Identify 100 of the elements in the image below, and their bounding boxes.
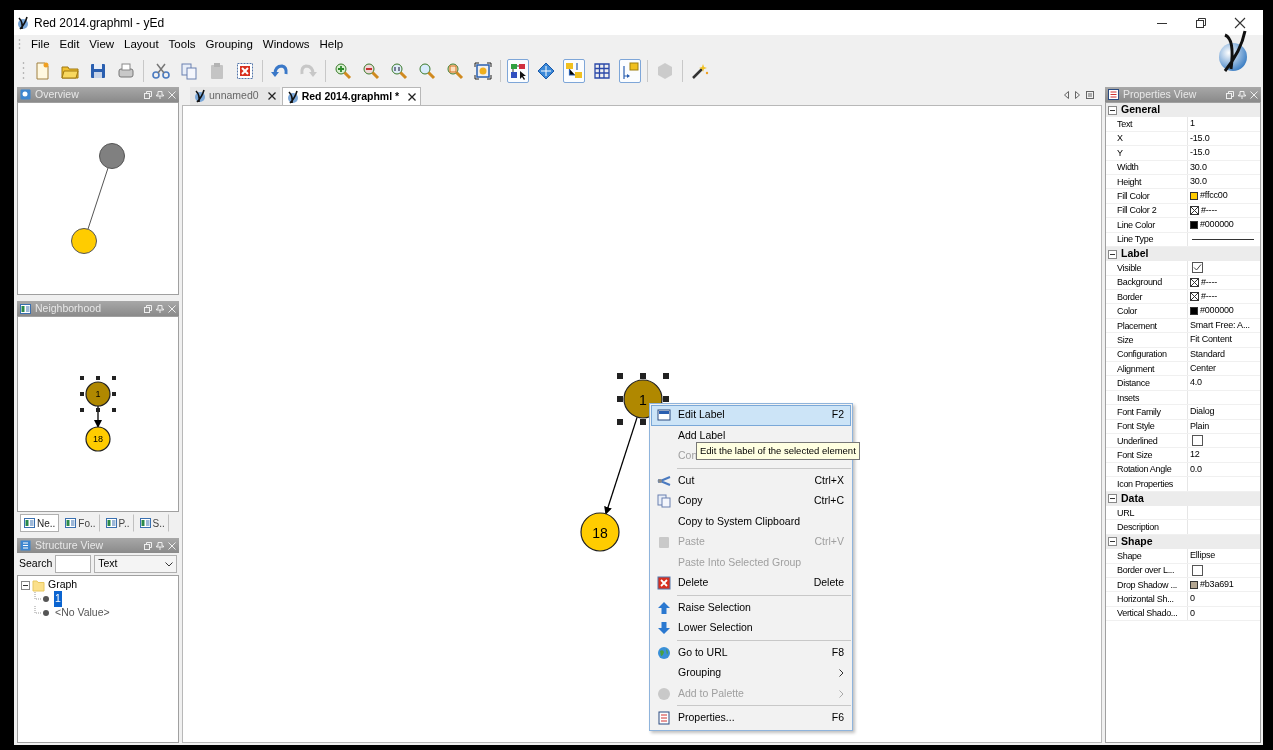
close-icon[interactable] (1234, 16, 1246, 29)
menu-item[interactable]: Layout (120, 36, 163, 54)
collapse-icon[interactable] (1108, 249, 1117, 259)
property-value: Ellipse (1190, 549, 1216, 563)
window-icon (24, 518, 35, 528)
property-name: Drop Shadow ... (1117, 578, 1178, 592)
pin-icon[interactable] (156, 304, 164, 313)
property-value: #---- (1201, 290, 1217, 304)
search-label: Search (19, 556, 53, 572)
selection-handle[interactable] (640, 419, 646, 425)
line-style-sample (1192, 237, 1254, 241)
property-name: Height (1117, 175, 1142, 189)
new-file-icon (33, 62, 51, 80)
clipboard-icon (208, 62, 226, 80)
document-tab[interactable]: unnamed0 (190, 87, 280, 105)
float-icon[interactable] (1226, 90, 1234, 99)
menu-item[interactable]: Edit Label F2 (651, 405, 851, 426)
tree-item[interactable]: 1 (54, 591, 62, 607)
shortcut-text: Delete (813, 575, 844, 591)
menu-item[interactable]: Copy Ctrl+C (651, 491, 851, 512)
selection-handle[interactable] (80, 392, 84, 396)
selection-handle[interactable] (617, 396, 623, 402)
document-tab[interactable]: Red 2014.graphml * (281, 87, 422, 105)
app-logo-icon (17, 15, 29, 30)
menu-item[interactable]: Cut Ctrl+X (651, 470, 851, 491)
close-icon[interactable] (267, 92, 276, 100)
selection-handle[interactable] (663, 396, 669, 402)
delete-icon (657, 576, 671, 591)
selection-handle[interactable] (617, 373, 623, 379)
pin-icon[interactable] (1238, 90, 1246, 99)
menu-item[interactable]: Copy to System Clipboard (651, 511, 851, 532)
scroll-left-icon[interactable] (1064, 91, 1069, 99)
tree-item[interactable]: Graph (47, 577, 79, 593)
property-name: Rotation Angle (1117, 463, 1172, 477)
search-icon (418, 62, 436, 80)
collapse-icon[interactable] (1108, 494, 1117, 504)
tab-list-icon[interactable] (1086, 91, 1094, 99)
menu-item[interactable]: Edit (55, 36, 84, 54)
shortcut-text: Ctrl+C (813, 493, 844, 509)
menu-item[interactable]: File (27, 36, 54, 54)
window-icon (20, 303, 31, 314)
node-label: 18 (592, 525, 608, 540)
selection-handle[interactable] (617, 419, 623, 425)
restore-icon[interactable] (1195, 16, 1207, 29)
tab-label: unnamed0 (209, 88, 259, 104)
scroll-right-icon[interactable] (1075, 91, 1080, 99)
float-icon[interactable] (144, 541, 152, 550)
menu-item[interactable]: Go to URL F8 (651, 642, 851, 663)
dock-tab[interactable]: Fo.. (61, 514, 100, 532)
dock-tab[interactable]: S.. (135, 514, 169, 532)
collapse-icon[interactable] (1108, 105, 1117, 115)
menu-item-label: Lower Selection (678, 620, 754, 636)
shortcut-text: F2 (831, 407, 844, 423)
search-field[interactable] (55, 555, 92, 573)
zoom-in-icon (334, 62, 352, 80)
selection-handle[interactable] (80, 376, 84, 380)
selection-handle[interactable] (663, 373, 669, 379)
selection-handle[interactable] (112, 408, 116, 412)
property-name: Border over L... (1117, 564, 1175, 578)
selection-handle[interactable] (80, 408, 84, 412)
toolbar-button[interactable] (507, 59, 529, 83)
collapse-icon[interactable] (21, 580, 30, 590)
float-icon[interactable] (144, 304, 152, 313)
property-value: Plain (1190, 419, 1209, 433)
property-value: Dialog (1190, 405, 1215, 419)
pin-icon[interactable] (156, 541, 164, 550)
menu-item[interactable]: Grouping (651, 663, 851, 684)
menu-item[interactable]: Help (315, 36, 348, 54)
checkbox[interactable] (1192, 564, 1203, 576)
checkbox[interactable] (1192, 262, 1203, 274)
graph-node[interactable] (85, 426, 111, 452)
menu-item[interactable]: Delete Delete (651, 573, 851, 594)
float-icon[interactable] (144, 90, 152, 99)
checkbox[interactable] (1192, 435, 1203, 447)
selection-handle[interactable] (112, 376, 116, 380)
menu-item[interactable]: Raise Selection (651, 597, 851, 618)
selection-handle[interactable] (640, 373, 646, 379)
property-name: Font Style (1117, 420, 1155, 434)
menu-item[interactable]: Windows (258, 36, 314, 54)
tree-item[interactable]: <No Value> (54, 605, 111, 621)
graph-node[interactable] (85, 381, 111, 407)
menu-item[interactable]: Lower Selection (651, 618, 851, 639)
toolbar-button[interactable] (563, 59, 585, 83)
save-icon (89, 62, 107, 80)
close-icon[interactable] (408, 92, 417, 101)
dock-tab[interactable]: Ne.. (20, 514, 60, 532)
collapse-icon[interactable] (1108, 537, 1117, 547)
graph-node[interactable] (580, 512, 620, 552)
menu-item[interactable]: Grouping (201, 36, 257, 54)
menu-item-label: Paste Into Selected Group (678, 554, 803, 570)
pin-icon[interactable] (156, 90, 164, 99)
menu-item[interactable]: View (85, 36, 119, 54)
property-name: Border (1117, 290, 1143, 304)
cut-icon (152, 62, 170, 80)
dock-tab[interactable]: P.. (101, 514, 134, 532)
selection-handle[interactable] (112, 392, 116, 396)
menu-item[interactable]: Properties... F6 (651, 708, 851, 729)
scissors-icon (657, 473, 671, 488)
filter-dropdown[interactable]: Text (94, 555, 177, 573)
menu-item[interactable]: Tools (164, 36, 200, 54)
